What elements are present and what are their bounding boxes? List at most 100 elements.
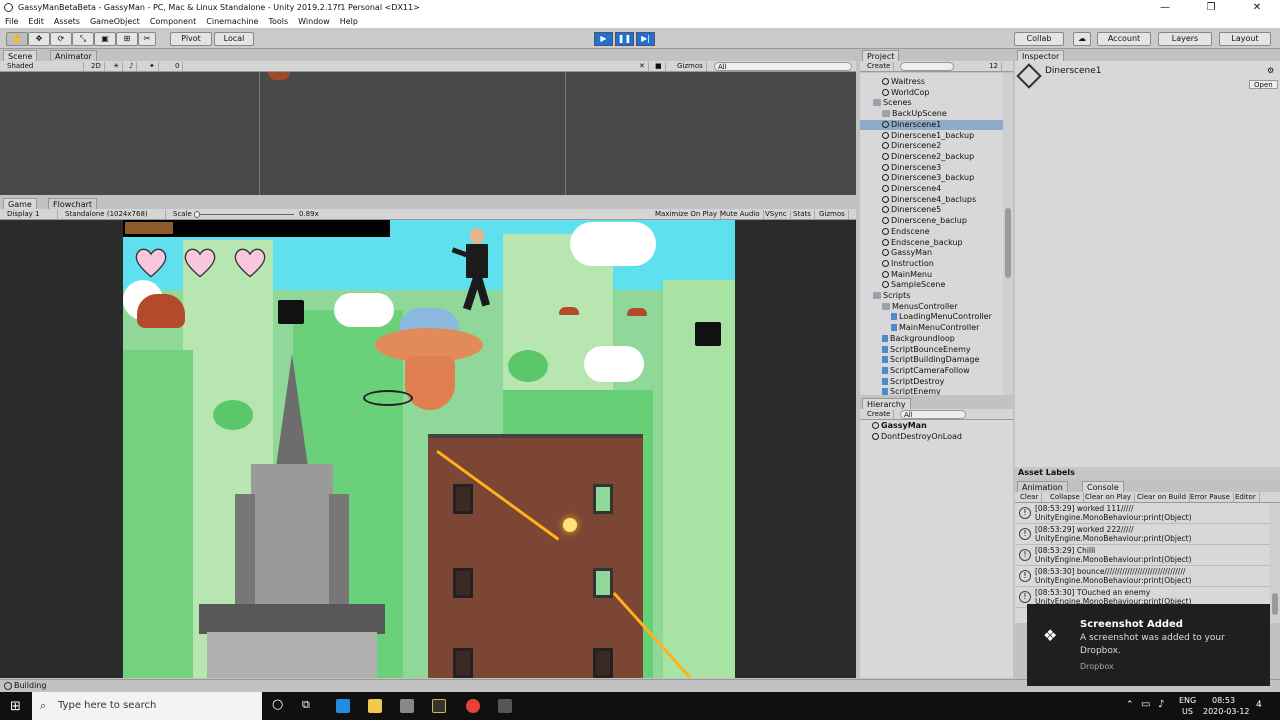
project-item[interactable]: Dinerscene3 — [860, 163, 1003, 173]
unity-taskbar-icon[interactable] — [498, 699, 512, 713]
menu-help[interactable]: Help — [335, 15, 363, 28]
volume-icon[interactable]: ♪ — [1158, 699, 1164, 710]
settings-gear-icon[interactable]: ⚙ — [1267, 66, 1274, 75]
dropbox-notification[interactable]: ❖ Screenshot Added A screenshot was adde… — [1027, 604, 1270, 686]
console-editor-dropdown[interactable]: Editor — [1232, 493, 1260, 502]
project-item[interactable]: LoadingMenuController — [860, 312, 1003, 322]
mute-audio-toggle[interactable]: Mute Audio — [717, 210, 764, 219]
menu-tools[interactable]: Tools — [263, 15, 293, 28]
menu-window[interactable]: Window — [293, 15, 335, 28]
taskbar-search[interactable]: ⌕ Type here to search — [32, 692, 262, 720]
console-clear-button[interactable]: Clear — [1017, 493, 1043, 502]
console-collapse-toggle[interactable]: Collapse — [1047, 493, 1084, 502]
game-canvas[interactable] — [123, 220, 735, 678]
custom-tool-icon[interactable]: ✂ — [138, 32, 156, 46]
console-error-pause-toggle[interactable]: Error Pause — [1187, 493, 1234, 502]
project-item[interactable]: ScriptEnemy — [860, 387, 1003, 395]
pause-button[interactable]: ❚❚ — [615, 32, 634, 46]
cloud-icon[interactable]: ☁ — [1073, 32, 1091, 46]
project-item[interactable]: Scripts — [860, 291, 1003, 301]
effects-icon[interactable]: ✦ — [146, 62, 159, 71]
maximize-button[interactable]: ❐ — [1188, 0, 1234, 15]
menu-file[interactable]: File — [0, 15, 23, 28]
game-view[interactable] — [0, 220, 856, 678]
project-item[interactable]: SampleScene — [860, 280, 1003, 290]
project-item[interactable]: ScriptCameraFollow — [860, 366, 1003, 376]
audio-icon[interactable]: ♪ — [126, 62, 138, 71]
project-item[interactable]: Dinerscene_baclup — [860, 216, 1003, 226]
project-scrollbar[interactable] — [1003, 73, 1013, 395]
scale-tool-icon[interactable]: ⤡ — [72, 32, 94, 46]
project-item[interactable]: Dinerscene4_baclups — [860, 195, 1003, 205]
pivot-toggle[interactable]: Pivot — [170, 32, 212, 46]
rect-tool-icon[interactable]: ▣ — [94, 32, 116, 46]
hierarchy-item[interactable]: DontDestroyOnLoad — [872, 432, 962, 442]
ds-app-icon[interactable] — [432, 699, 446, 713]
console-log-entry[interactable]: ! [08:53:30] bounce//////////////////////… — [1015, 566, 1270, 587]
console-log-entry[interactable]: ! [08:53:29] Chilli UnityEngine.MonoBehavi… — [1015, 545, 1270, 566]
project-scroll-thumb[interactable] — [1005, 208, 1011, 278]
play-button[interactable]: ▶ — [594, 32, 613, 46]
edge-icon[interactable] — [336, 699, 350, 713]
scale-slider-handle[interactable] — [194, 211, 200, 218]
language-indicator[interactable]: ENG — [1179, 696, 1196, 705]
project-item[interactable]: ScriptBuildingDamage — [860, 355, 1003, 365]
transform-tool-icon[interactable]: ⊞ — [116, 32, 138, 46]
clock-date[interactable]: 2020-03-12 — [1203, 707, 1250, 716]
file-explorer-icon[interactable] — [368, 699, 382, 713]
stats-toggle[interactable]: Stats — [790, 210, 815, 219]
hidden-count[interactable]: 0 — [172, 62, 184, 71]
account-dropdown[interactable]: Account — [1097, 32, 1151, 46]
console-clear-on-build-toggle[interactable]: Clear on Build — [1134, 493, 1191, 502]
project-item[interactable]: Dinerscene1 — [860, 119, 1003, 130]
windows-start-icon[interactable]: ⊞ — [10, 699, 21, 714]
project-item[interactable]: Dinerscene5 — [860, 205, 1003, 215]
project-item[interactable]: Endscene_backup — [860, 238, 1003, 248]
layers-dropdown[interactable]: Layers — [1158, 32, 1212, 46]
project-item[interactable]: Backgroundloop — [860, 334, 1003, 344]
project-item[interactable]: ScriptDestroy — [860, 377, 1003, 387]
shaded-dropdown[interactable]: Shaded — [4, 62, 84, 71]
project-item[interactable]: Dinerscene2_backup — [860, 152, 1003, 162]
project-item[interactable]: Dinerscene2 — [860, 141, 1003, 151]
project-item[interactable]: GassyMan — [860, 248, 1003, 258]
project-item[interactable]: MainMenu — [860, 270, 1003, 280]
hierarchy-search-input[interactable]: All — [900, 410, 966, 419]
layout-dropdown[interactable]: Layout — [1219, 32, 1271, 46]
lighting-icon[interactable]: ☀ — [110, 62, 124, 71]
project-item[interactable]: Instruction — [860, 259, 1003, 269]
project-item[interactable]: Scenes — [860, 98, 1003, 108]
menu-component[interactable]: Component — [145, 15, 201, 28]
task-view-icon[interactable]: ⧉ — [302, 698, 310, 712]
project-item[interactable]: MenusController — [860, 302, 1003, 312]
console-log-entry[interactable]: ! [08:53:29] worked 111/////UnityEngine.M… — [1015, 503, 1270, 524]
project-filter-count[interactable]: 12 — [986, 62, 1002, 71]
scene-view[interactable] — [0, 72, 856, 195]
project-item[interactable]: ScriptBounceEnemy — [860, 345, 1003, 355]
project-item[interactable]: MainMenuController — [860, 323, 1003, 333]
menu-gameobject[interactable]: GameObject — [85, 15, 145, 28]
project-item[interactable]: Dinerscene3_backup — [860, 173, 1003, 183]
project-item[interactable]: Endscene — [860, 227, 1003, 237]
project-item[interactable]: BackUpScene — [860, 109, 1003, 119]
menu-assets[interactable]: Assets — [49, 15, 85, 28]
display-dropdown[interactable]: Display 1 — [4, 210, 58, 219]
2d-toggle[interactable]: 2D — [88, 62, 105, 71]
open-button[interactable]: Open — [1249, 80, 1278, 89]
scene-object-sprite[interactable] — [268, 72, 290, 80]
resolution-dropdown[interactable]: Standalone (1024x768) — [62, 210, 166, 219]
hierarchy-item[interactable]: GassyMan — [872, 421, 927, 431]
console-scroll-thumb[interactable] — [1272, 593, 1278, 615]
network-icon[interactable]: ▭ — [1141, 699, 1150, 710]
console-log-entry[interactable]: ! [08:53:29] worked 222/////UnityEngine.M… — [1015, 524, 1270, 545]
vsync-toggle[interactable]: VSync — [762, 210, 791, 219]
close-button[interactable]: ✕ — [1234, 0, 1280, 15]
tools-icon[interactable]: ✕ — [636, 62, 649, 71]
console-scrollbar[interactable] — [1270, 503, 1280, 623]
menu-cinemachine[interactable]: Cinemachine — [201, 15, 263, 28]
notification-count[interactable]: 4 — [1256, 700, 1262, 710]
console-clear-on-play-toggle[interactable]: Clear on Play — [1082, 493, 1136, 502]
camera-icon[interactable]: ■ — [652, 62, 666, 71]
tray-up-icon[interactable]: ⌃ — [1126, 700, 1134, 710]
project-item[interactable]: Dinerscene4 — [860, 184, 1003, 194]
